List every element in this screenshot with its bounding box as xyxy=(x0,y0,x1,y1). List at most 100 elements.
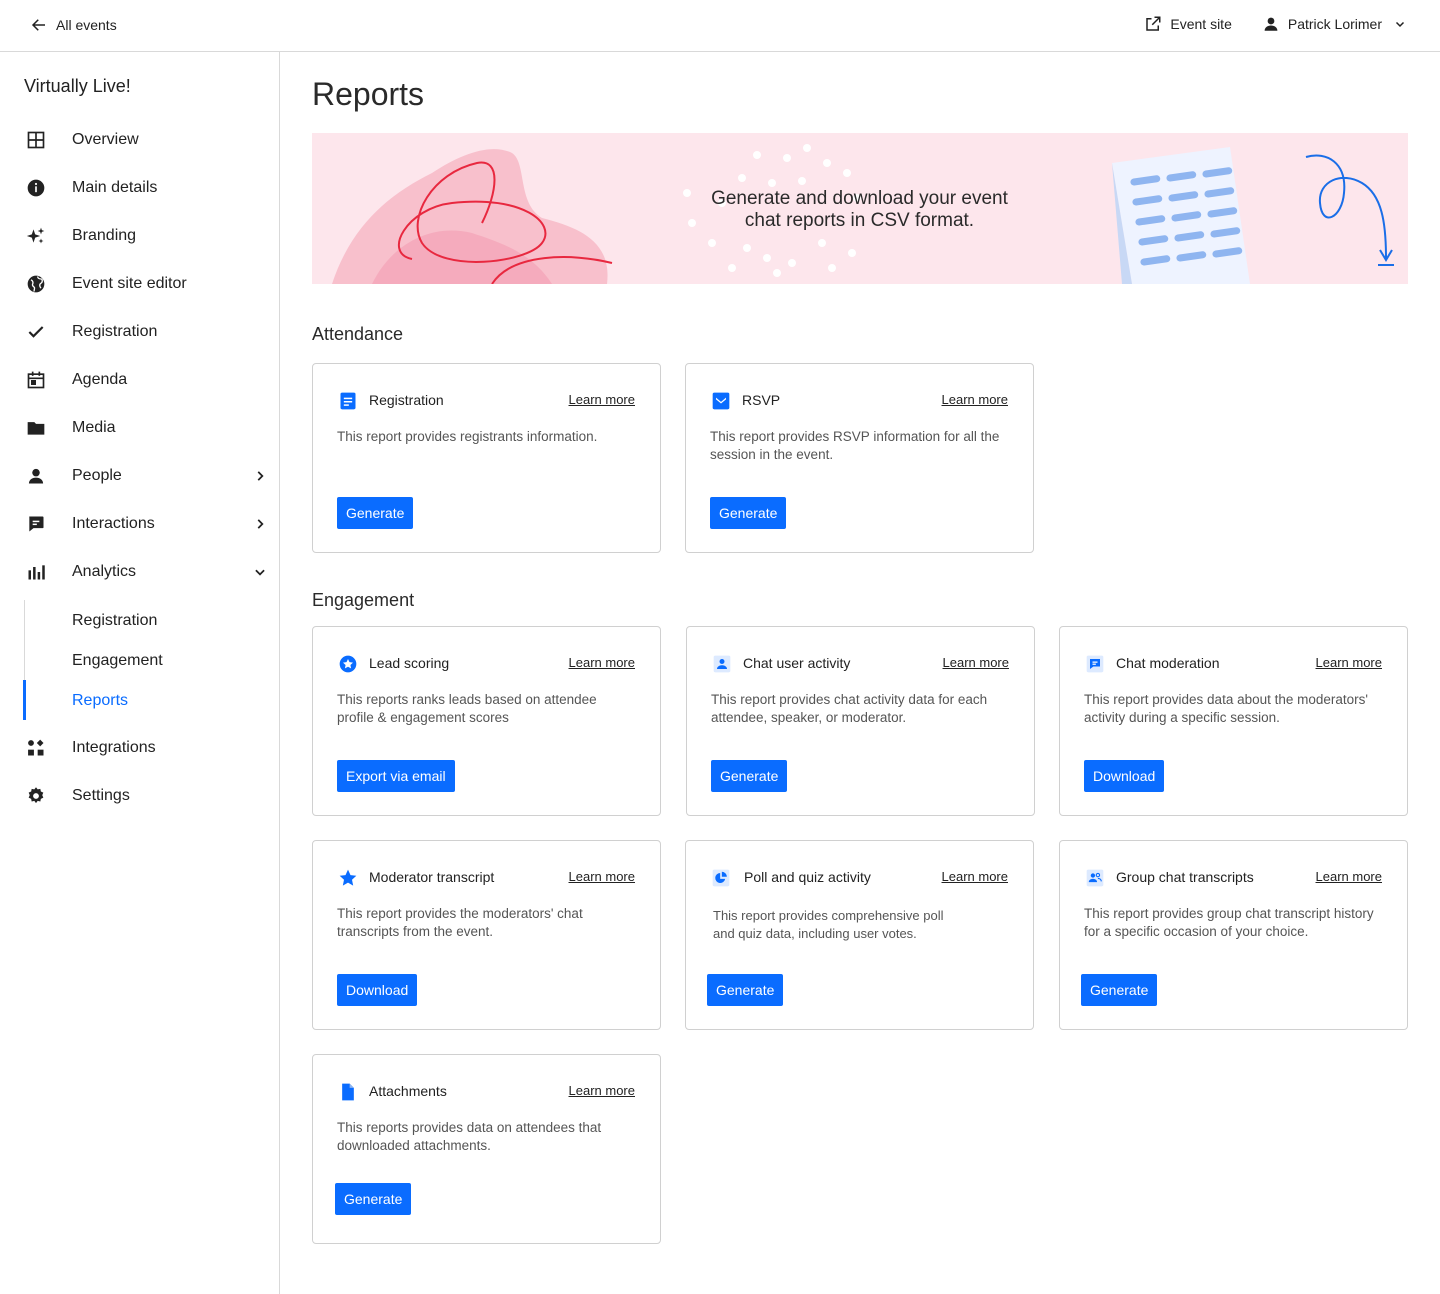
subnav-item-registration[interactable]: Registration xyxy=(72,612,157,630)
sidebar-item-label: Event site editor xyxy=(72,275,187,292)
sidebar-item-branding[interactable]: Branding xyxy=(0,216,279,256)
grid-icon xyxy=(25,129,47,151)
reports-banner: Generate and download your event chat re… xyxy=(312,133,1408,284)
learn-more-link[interactable]: Learn more xyxy=(569,655,635,670)
generate-button[interactable]: Generate xyxy=(707,974,784,1006)
report-card-registration: Registration Learn more This report prov… xyxy=(312,363,661,553)
sidebar-item-analytics[interactable]: Analytics xyxy=(0,552,279,592)
chat-bubble-icon xyxy=(1084,653,1106,675)
gear-icon xyxy=(25,785,47,807)
download-button[interactable]: Download xyxy=(337,974,418,1006)
generate-button[interactable]: Generate xyxy=(710,497,787,529)
generate-button[interactable]: Generate xyxy=(337,497,414,529)
sidebar-item-settings[interactable]: Settings xyxy=(0,776,279,816)
banner-decoration-left xyxy=(332,149,613,284)
user-menu[interactable]: Patrick Lorimer xyxy=(1262,15,1406,33)
sidebar-item-overview[interactable]: Overview xyxy=(0,120,279,160)
sidebar-item-label: Media xyxy=(72,419,116,436)
bar-chart-icon xyxy=(25,561,47,583)
sidebar-item-main-details[interactable]: Main details xyxy=(0,168,279,208)
learn-more-link[interactable]: Learn more xyxy=(569,1083,635,1098)
sidebar-item-integrations[interactable]: Integrations xyxy=(0,728,279,768)
user-icon xyxy=(711,653,733,675)
sidebar-item-agenda[interactable]: Agenda xyxy=(0,360,279,400)
learn-more-link[interactable]: Learn more xyxy=(569,392,635,407)
pie-icon xyxy=(710,867,732,889)
sidebar-item-interactions[interactable]: Interactions xyxy=(0,504,279,544)
sidebar-item-label: Registration xyxy=(72,323,158,340)
apps-icon xyxy=(25,737,47,759)
mail-icon xyxy=(710,390,732,412)
sidebar: Virtually Live! Overview Main details Br… xyxy=(0,52,280,1294)
report-description: This report provides registrants informa… xyxy=(337,429,598,444)
chevron-down-icon xyxy=(255,569,265,576)
sidebar-item-label: Settings xyxy=(72,787,130,804)
check-icon xyxy=(25,321,47,343)
learn-more-link[interactable]: Learn more xyxy=(1316,655,1382,670)
report-title: Attachments xyxy=(369,1083,447,1099)
chat-icon xyxy=(25,513,47,535)
top-bar: All events Event site Patrick Lorimer xyxy=(0,0,1440,52)
subnav-item-reports[interactable]: Reports xyxy=(72,692,128,710)
banner-text: Generate and download your event chat re… xyxy=(711,188,1008,231)
user-name: Patrick Lorimer xyxy=(1287,16,1382,32)
badge-icon xyxy=(337,653,359,675)
arrow-left-icon xyxy=(31,19,45,31)
top-right-actions: Event site Patrick Lorimer xyxy=(1144,15,1406,33)
back-label: All events xyxy=(56,17,117,33)
report-card-poll-and-quiz-activity: Poll and quiz activity Learn more This r… xyxy=(685,840,1034,1030)
export-via-email-button[interactable]: Export via email xyxy=(337,760,455,792)
learn-more-link[interactable]: Learn more xyxy=(942,869,1008,884)
learn-more-link[interactable]: Learn more xyxy=(1316,869,1382,884)
report-description: This report provides data about the mode… xyxy=(1084,692,1368,725)
report-title: Poll and quiz activity xyxy=(744,869,871,885)
sidebar-item-label: Integrations xyxy=(72,739,156,756)
report-title: RSVP xyxy=(742,392,781,408)
generate-button[interactable]: Generate xyxy=(335,1183,412,1215)
report-description: This reports ranks leads based on attend… xyxy=(337,692,597,725)
report-description: This reports provides data on attendees … xyxy=(337,1120,602,1153)
globe-icon xyxy=(25,273,47,295)
external-link-icon xyxy=(1146,16,1161,31)
report-card-attachments: Attachments Learn more This reports prov… xyxy=(312,1054,661,1244)
event-site-label: Event site xyxy=(1170,16,1232,32)
sidebar-item-label: Overview xyxy=(72,131,139,148)
back-to-all-events-link[interactable]: All events xyxy=(30,16,117,34)
report-card-moderator-transcript: Moderator transcript Learn more This rep… xyxy=(312,840,661,1030)
document-icon xyxy=(337,390,359,412)
report-card-group-chat-transcripts: Group chat transcripts Learn more This r… xyxy=(1059,840,1408,1030)
sidebar-item-media[interactable]: Media xyxy=(0,408,279,448)
report-title: Registration xyxy=(369,392,444,408)
report-description: This report provides chat activity data … xyxy=(711,692,988,725)
star-icon xyxy=(337,867,359,889)
report-card-rsvp: RSVP Learn more This report provides RSV… xyxy=(685,363,1034,553)
folder-icon xyxy=(25,417,47,439)
info-icon xyxy=(25,177,47,199)
sidebar-item-label: People xyxy=(72,467,122,484)
learn-more-link[interactable]: Learn more xyxy=(943,655,1009,670)
sidebar-item-label: Agenda xyxy=(72,371,128,388)
generate-button[interactable]: Generate xyxy=(711,760,788,792)
report-description: This report provides the moderators' cha… xyxy=(337,906,583,939)
sidebar-item-label: Main details xyxy=(72,179,158,196)
download-button[interactable]: Download xyxy=(1084,760,1165,792)
event-name: Virtually Live! xyxy=(24,76,131,96)
file-icon xyxy=(337,1081,359,1103)
csv-document-illustration xyxy=(1112,147,1250,284)
learn-more-link[interactable]: Learn more xyxy=(569,869,635,884)
subnav-item-engagement[interactable]: Engagement xyxy=(72,652,163,670)
report-description: This report provides RSVP information fo… xyxy=(710,429,1000,462)
generate-button[interactable]: Generate xyxy=(1081,974,1158,1006)
person-icon xyxy=(25,465,47,487)
learn-more-link[interactable]: Learn more xyxy=(942,392,1008,407)
sidebar-item-people[interactable]: People xyxy=(0,456,279,496)
sidebar-item-event-site-editor[interactable]: Event site editor xyxy=(0,264,279,304)
calendar-icon xyxy=(25,369,47,391)
report-card-chat-moderation: Chat moderation Learn more This report p… xyxy=(1059,626,1408,816)
report-title: Chat moderation xyxy=(1116,655,1220,671)
active-indicator xyxy=(23,680,26,720)
sidebar-item-registration[interactable]: Registration xyxy=(0,312,279,352)
arrow-down-doodle-icon xyxy=(1305,154,1394,266)
event-site-link[interactable]: Event site xyxy=(1144,15,1232,33)
report-title: Group chat transcripts xyxy=(1116,869,1254,885)
